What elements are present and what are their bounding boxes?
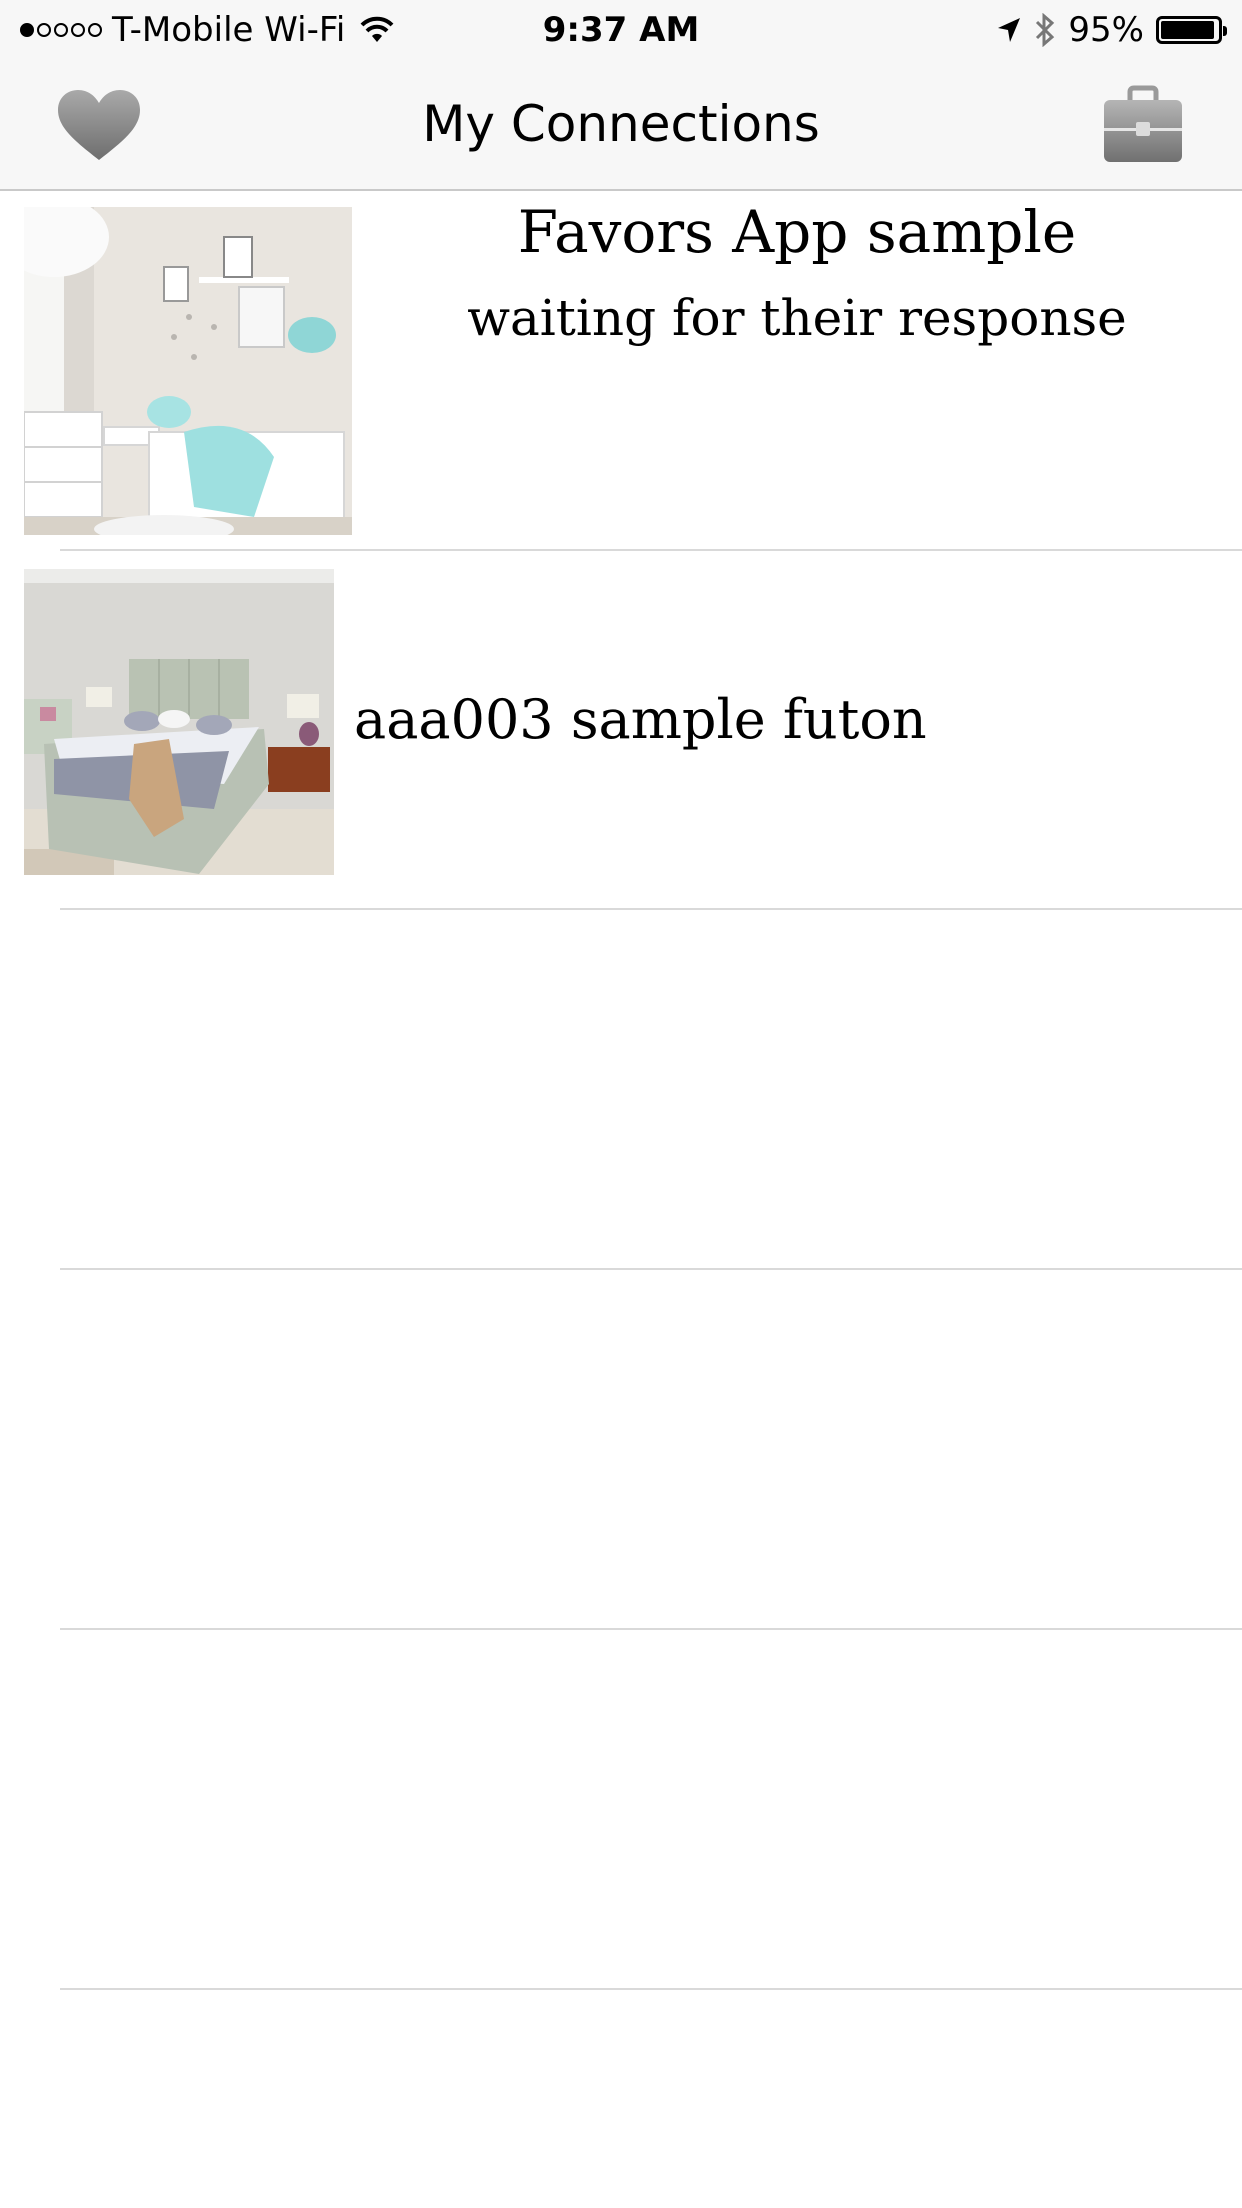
connection-row[interactable]: Favors App sample waiting for their resp… [0, 191, 1242, 551]
connection-thumbnail [24, 207, 352, 535]
kids-bedroom-photo [24, 207, 352, 535]
status-right: 95% [996, 10, 1227, 50]
briefcase-button[interactable] [1102, 84, 1184, 166]
connection-status: waiting for their response [467, 289, 1127, 347]
empty-row [0, 910, 1242, 1270]
connection-thumbnail [24, 569, 334, 875]
connection-row[interactable]: aaa003 sample futon [0, 551, 1242, 910]
battery-fill [1161, 21, 1215, 39]
favorites-button[interactable] [56, 88, 142, 164]
location-arrow-icon [998, 18, 1021, 42]
navigation-bar: My Connections [0, 60, 1242, 191]
empty-row [0, 1630, 1242, 1990]
connection-title: aaa003 sample futon [354, 688, 927, 751]
bedroom-futon-photo [24, 569, 334, 875]
battery-icon [1156, 16, 1227, 44]
row-divider [60, 1988, 1242, 1990]
bluetooth-icon [1036, 13, 1055, 47]
connection-title: Favors App sample [517, 198, 1077, 266]
empty-row [0, 1270, 1242, 1630]
status-bar: T-Mobile Wi-Fi 9:37 AM 95% [0, 0, 1242, 60]
battery-percent: 95% [1068, 10, 1144, 50]
heart-icon [58, 90, 140, 160]
connections-list: Favors App sample waiting for their resp… [0, 191, 1242, 1990]
briefcase-icon [1104, 85, 1182, 162]
page-title: My Connections [422, 95, 820, 153]
